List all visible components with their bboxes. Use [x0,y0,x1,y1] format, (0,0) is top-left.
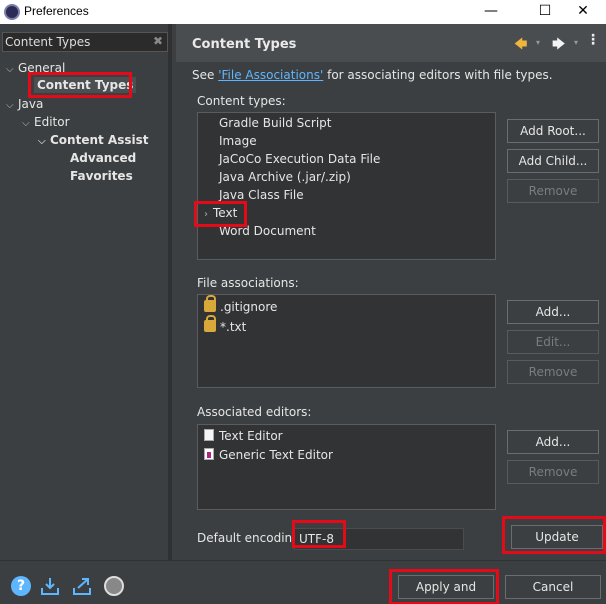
add-editor-button[interactable]: Add... [507,430,599,454]
clear-filter-icon[interactable]: ✖ [153,34,163,48]
default-encoding-field[interactable]: UTF-8 [294,528,464,550]
preferences-tree-pane: Content Types ✖ ⌵ General Content Types ⌵… [0,24,172,560]
file-association-item[interactable]: *.txt [204,315,246,334]
tree-item-editor[interactable]: ⌵ Editor [22,115,70,129]
tree-item-java[interactable]: ⌵ Java [6,97,43,111]
file-associations-link[interactable]: 'File Associations' [218,68,323,82]
minimize-button[interactable]: — [468,0,514,24]
tree-item-advanced[interactable]: Advanced [70,151,136,165]
forward-dropdown-icon[interactable]: ▾ [574,38,578,47]
eclipse-app-icon [4,4,20,20]
remove-content-type-button[interactable]: Remove [507,179,599,203]
lock-icon [204,315,216,332]
tree-item-content-types[interactable]: Content Types [34,77,137,93]
remove-file-association-button[interactable]: Remove [507,360,599,384]
filter-text: Content Types [5,35,91,49]
export-icon[interactable] [72,576,92,596]
content-types-page: Content Types 🡄 ▾ 🡆 ▾ ⋮ See 'File Associ… [176,24,606,560]
generic-editor-icon [204,448,214,460]
chevron-right-icon[interactable]: › [204,209,208,220]
filter-input[interactable]: Content Types ✖ [2,32,168,52]
add-root-button[interactable]: Add Root... [507,119,599,143]
page-title: Content Types [192,37,297,52]
edit-file-association-button[interactable]: Edit... [507,330,599,354]
content-types-label: Content types: [197,94,286,108]
lock-icon [204,295,216,312]
apply-and-close-button[interactable]: Apply and Close [398,575,494,604]
default-encoding-label: Default encoding: [197,531,304,545]
cancel-button[interactable]: Cancel [505,575,601,599]
text-editor-icon [204,429,214,441]
content-type-item[interactable]: Gradle Build Script [219,116,331,130]
editor-item[interactable]: Generic Text Editor [204,448,333,462]
chevron-down-icon[interactable]: ⌵ [38,136,50,147]
tree-item-content-assist[interactable]: ⌵ Content Assist [38,133,149,147]
chevron-down-icon[interactable]: ⌵ [6,64,18,75]
chevron-down-icon[interactable]: ⌵ [6,100,18,111]
page-header: Content Types 🡄 ▾ 🡆 ▾ ⋮ [176,24,606,62]
add-child-button[interactable]: Add Child... [507,149,599,173]
view-menu-icon[interactable]: ⋮ [586,32,600,48]
record-icon[interactable] [104,576,124,596]
chevron-down-icon[interactable]: ⌵ [22,118,34,129]
file-associations-list[interactable]: .gitignore *.txt [197,294,496,388]
content-type-item[interactable]: Java Archive (.jar/.zip) [219,170,351,184]
file-association-item[interactable]: .gitignore [204,295,277,314]
back-dropdown-icon[interactable]: ▾ [536,38,540,47]
tree-item-general[interactable]: ⌵ General [6,61,65,75]
close-button[interactable]: ✕ [560,0,606,24]
content-type-item-text[interactable]: › Text [204,206,237,220]
file-associations-label: File associations: [197,276,299,290]
import-icon[interactable] [40,576,60,596]
associated-editors-list[interactable]: Text Editor Generic Text Editor [197,424,496,510]
content-types-tree[interactable]: Gradle Build Script Image JaCoCo Executi… [194,112,496,260]
help-icon[interactable]: ? [11,576,31,596]
tree-item-favorites[interactable]: Favorites [70,169,133,183]
content-type-item[interactable]: Image [219,134,257,148]
content-type-item[interactable]: Word Document [219,224,316,238]
file-associations-hint: See 'File Associations' for associating … [192,68,553,82]
update-button[interactable]: Update [511,525,603,549]
associated-editors-label: Associated editors: [197,405,312,419]
forward-arrow-icon[interactable]: 🡆 [552,35,565,57]
editor-item[interactable]: Text Editor [204,429,283,443]
content-type-item[interactable]: Java Class File [219,188,304,202]
remove-editor-button[interactable]: Remove [507,460,599,484]
dialog-button-bar: ? Apply and Close Cancel [0,560,606,604]
window-title: Preferences [24,4,89,18]
content-type-item[interactable]: JaCoCo Execution Data File [219,152,380,166]
back-arrow-icon[interactable]: 🡄 [514,35,527,57]
add-file-association-button[interactable]: Add... [507,300,599,324]
title-bar: Preferences — ☐ ✕ [0,0,606,24]
